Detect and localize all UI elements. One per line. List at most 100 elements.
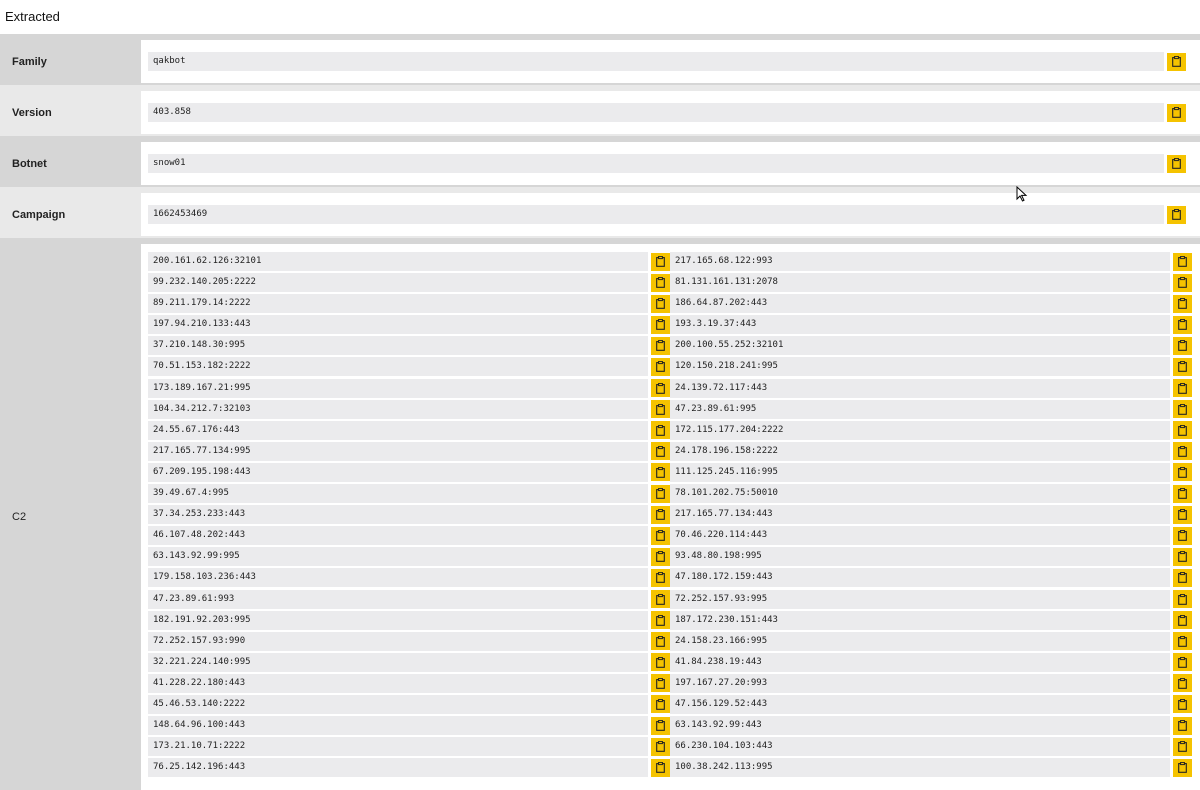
c2-address[interactable]: 47.23.89.61:995 bbox=[670, 399, 1170, 419]
c2-address[interactable]: 179.158.103.236:443 bbox=[148, 568, 648, 588]
c2-address[interactable]: 76.25.142.196:443 bbox=[148, 758, 648, 778]
c2-address[interactable]: 217.165.68.122:993 bbox=[670, 252, 1170, 271]
c2-address[interactable]: 111.125.245.116:995 bbox=[670, 462, 1170, 482]
copy-button[interactable] bbox=[1173, 590, 1192, 608]
copy-button[interactable] bbox=[651, 590, 670, 608]
copy-button[interactable] bbox=[1173, 463, 1192, 482]
copy-button[interactable] bbox=[1173, 505, 1192, 524]
copy-button[interactable] bbox=[651, 758, 670, 777]
c2-address[interactable]: 81.131.161.131:2078 bbox=[670, 273, 1170, 293]
c2-address[interactable]: 66.230.104.103:443 bbox=[670, 737, 1170, 757]
copy-button[interactable] bbox=[1167, 52, 1186, 71]
copy-button[interactable] bbox=[651, 568, 670, 587]
c2-address[interactable]: 172.115.177.204:2222 bbox=[670, 420, 1170, 440]
copy-button[interactable] bbox=[1173, 357, 1192, 376]
copy-button[interactable] bbox=[651, 379, 670, 398]
c2-address[interactable]: 173.189.167.21:995 bbox=[148, 378, 648, 398]
c2-address[interactable]: 182.191.92.203:995 bbox=[148, 610, 648, 630]
copy-button[interactable] bbox=[1173, 273, 1192, 292]
copy-button[interactable] bbox=[651, 273, 670, 292]
copy-button[interactable] bbox=[651, 611, 670, 630]
c2-address[interactable]: 186.64.87.202:443 bbox=[670, 294, 1170, 314]
copy-button[interactable] bbox=[1173, 547, 1192, 566]
c2-address[interactable]: 24.178.196.158:2222 bbox=[670, 441, 1170, 461]
c2-address[interactable]: 197.167.27.20:993 bbox=[670, 673, 1170, 693]
c2-address[interactable]: 24.55.67.176:443 bbox=[148, 420, 648, 440]
c2-address[interactable]: 41.228.22.180:443 bbox=[148, 673, 648, 693]
field-value[interactable]: 403.858 bbox=[148, 103, 1164, 122]
c2-address[interactable]: 24.139.72.117:443 bbox=[670, 378, 1170, 398]
copy-button[interactable] bbox=[651, 336, 670, 355]
copy-button[interactable] bbox=[651, 547, 670, 566]
copy-button[interactable] bbox=[651, 505, 670, 524]
c2-address[interactable]: 67.209.195.198:443 bbox=[148, 462, 648, 482]
field-value[interactable]: 1662453469 bbox=[148, 205, 1164, 224]
field-value[interactable]: snow01 bbox=[148, 154, 1164, 173]
copy-button[interactable] bbox=[1173, 294, 1192, 313]
copy-button[interactable] bbox=[651, 294, 670, 313]
copy-button[interactable] bbox=[1173, 442, 1192, 461]
copy-button[interactable] bbox=[1173, 653, 1192, 672]
c2-address[interactable]: 173.21.10.71:2222 bbox=[148, 737, 648, 757]
c2-address[interactable]: 100.38.242.113:995 bbox=[670, 758, 1170, 778]
copy-button[interactable] bbox=[651, 400, 670, 419]
copy-button[interactable] bbox=[651, 653, 670, 672]
copy-button[interactable] bbox=[1173, 336, 1192, 355]
copy-button[interactable] bbox=[1173, 632, 1192, 651]
copy-button[interactable] bbox=[1173, 716, 1192, 735]
copy-button[interactable] bbox=[1173, 379, 1192, 398]
c2-address[interactable]: 72.252.157.93:995 bbox=[670, 589, 1170, 609]
c2-address[interactable]: 47.156.129.52:443 bbox=[670, 694, 1170, 714]
c2-address[interactable]: 78.101.202.75:50010 bbox=[670, 484, 1170, 504]
c2-address[interactable]: 217.165.77.134:995 bbox=[148, 441, 648, 461]
c2-address[interactable]: 200.100.55.252:32101 bbox=[670, 336, 1170, 356]
c2-address[interactable]: 70.46.220.114:443 bbox=[670, 526, 1170, 546]
c2-address[interactable]: 63.143.92.99:995 bbox=[148, 547, 648, 567]
c2-address[interactable]: 41.84.238.19:443 bbox=[670, 652, 1170, 672]
copy-button[interactable] bbox=[651, 421, 670, 440]
c2-address[interactable]: 148.64.96.100:443 bbox=[148, 716, 648, 736]
copy-button[interactable] bbox=[651, 526, 670, 545]
c2-address[interactable]: 70.51.153.182:2222 bbox=[148, 357, 648, 377]
c2-address[interactable]: 197.94.210.133:443 bbox=[148, 315, 648, 335]
c2-address[interactable]: 47.23.89.61:993 bbox=[148, 589, 648, 609]
c2-address[interactable]: 200.161.62.126:32101 bbox=[148, 252, 648, 271]
c2-address[interactable]: 63.143.92.99:443 bbox=[670, 716, 1170, 736]
copy-button[interactable] bbox=[1173, 674, 1192, 693]
c2-address[interactable]: 46.107.48.202:443 bbox=[148, 526, 648, 546]
copy-button[interactable] bbox=[1167, 205, 1186, 224]
copy-button[interactable] bbox=[1173, 400, 1192, 419]
copy-button[interactable] bbox=[1173, 568, 1192, 587]
c2-address[interactable]: 187.172.230.151:443 bbox=[670, 610, 1170, 630]
copy-button[interactable] bbox=[1173, 252, 1192, 271]
copy-button[interactable] bbox=[651, 695, 670, 714]
c2-address[interactable]: 104.34.212.7:32103 bbox=[148, 399, 648, 419]
copy-button[interactable] bbox=[1173, 695, 1192, 714]
copy-button[interactable] bbox=[651, 357, 670, 376]
copy-button[interactable] bbox=[651, 442, 670, 461]
c2-address[interactable]: 32.221.224.140:995 bbox=[148, 652, 648, 672]
copy-button[interactable] bbox=[651, 632, 670, 651]
copy-button[interactable] bbox=[1173, 484, 1192, 503]
c2-address[interactable]: 99.232.140.205:2222 bbox=[148, 273, 648, 293]
copy-button[interactable] bbox=[651, 315, 670, 334]
copy-button[interactable] bbox=[1173, 611, 1192, 630]
copy-button[interactable] bbox=[1173, 758, 1192, 777]
c2-address[interactable]: 37.210.148.30:995 bbox=[148, 336, 648, 356]
c2-address[interactable]: 93.48.80.198:995 bbox=[670, 547, 1170, 567]
copy-button[interactable] bbox=[651, 252, 670, 271]
copy-button[interactable] bbox=[651, 463, 670, 482]
c2-address[interactable]: 89.211.179.14:2222 bbox=[148, 294, 648, 314]
copy-button[interactable] bbox=[651, 674, 670, 693]
copy-button[interactable] bbox=[1173, 526, 1192, 545]
c2-address[interactable]: 193.3.19.37:443 bbox=[670, 315, 1170, 335]
copy-button[interactable] bbox=[651, 484, 670, 503]
c2-address[interactable]: 45.46.53.140:2222 bbox=[148, 694, 648, 714]
copy-button[interactable] bbox=[1173, 315, 1192, 334]
c2-address[interactable]: 37.34.253.233:443 bbox=[148, 505, 648, 525]
copy-button[interactable] bbox=[651, 737, 670, 756]
c2-address[interactable]: 24.158.23.166:995 bbox=[670, 631, 1170, 651]
copy-button[interactable] bbox=[651, 716, 670, 735]
copy-button[interactable] bbox=[1167, 154, 1186, 173]
c2-address[interactable]: 47.180.172.159:443 bbox=[670, 568, 1170, 588]
